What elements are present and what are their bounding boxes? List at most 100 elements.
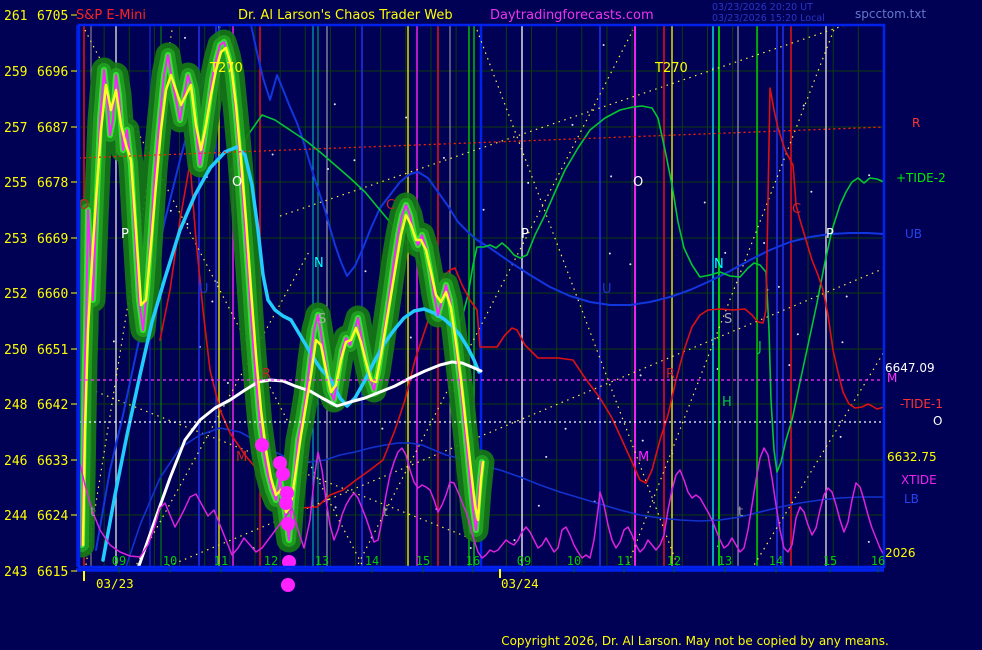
- star-dot: [470, 547, 472, 549]
- annotation-letter-P: P: [121, 227, 129, 242]
- y-axis-contract-label: 248: [4, 398, 27, 413]
- y-axis-cash-label: 6615: [37, 565, 68, 580]
- y-axis-contract-label: 244: [4, 509, 28, 524]
- chaos-dot: [281, 517, 295, 531]
- star-dot: [410, 336, 412, 338]
- star-dot: [778, 286, 780, 288]
- annotation-letter-T270: T270: [654, 61, 688, 76]
- annotation-letter-O: O: [79, 198, 89, 213]
- star-dot: [513, 539, 515, 541]
- star-dot: [186, 223, 188, 225]
- y-axis-cash-label: 6642: [37, 398, 68, 413]
- hour-label: 12: [264, 554, 278, 568]
- star-dot: [571, 124, 573, 126]
- star-dot: [841, 341, 843, 343]
- y-axis-cash-label: 6660: [37, 287, 68, 302]
- y-axis-cash-label: 6705: [37, 9, 68, 24]
- star-dot: [538, 505, 540, 507]
- annotation-letter-M: M: [236, 450, 247, 465]
- star-dot: [797, 333, 799, 335]
- hour-label: 09: [112, 554, 126, 568]
- star-dot: [640, 374, 642, 376]
- right-label-R: R: [912, 116, 920, 130]
- star-dot: [184, 37, 186, 39]
- y-axis-contract-label: 255: [4, 176, 27, 191]
- annotation-letter-U: U: [602, 282, 612, 297]
- star-dot: [868, 541, 870, 543]
- star-dot: [610, 175, 612, 177]
- hour-label: 11: [214, 554, 228, 568]
- star-dot: [840, 436, 842, 438]
- star-dot: [642, 440, 644, 442]
- annotation-letter-N: N: [714, 257, 724, 272]
- star-dot: [810, 191, 812, 193]
- star-dot: [609, 252, 611, 254]
- chaos-dot: [255, 438, 269, 452]
- y-axis-contract-label: 250: [4, 343, 27, 358]
- hour-label: 09: [517, 554, 531, 568]
- star-dot: [565, 428, 567, 430]
- star-dot: [364, 270, 366, 272]
- annotation-letter-R: R: [666, 367, 675, 382]
- annotation-letter-U: U: [199, 282, 209, 297]
- annotation-letter-S: S: [318, 312, 326, 327]
- right-label-UB: UB: [905, 227, 922, 241]
- date-label-day2: 03/24: [501, 576, 539, 591]
- page-title: Dr. Al Larson's Chaos Trader Web: [238, 8, 453, 23]
- y-axis-cash-label: 6696: [37, 65, 68, 80]
- star-dot: [227, 382, 229, 384]
- star-dot: [803, 105, 805, 107]
- star-dot: [443, 157, 445, 159]
- hour-label: 11: [617, 554, 631, 568]
- star-dot: [335, 506, 337, 508]
- star-dot: [846, 295, 848, 297]
- star-dot: [381, 428, 383, 430]
- chaos-trader-chart-page: T270T270OOPPPNNSSUUMMRRCCJHtttO261670525…: [0, 0, 982, 650]
- chaos-dot: [276, 467, 290, 481]
- hour-label: 10: [163, 554, 177, 568]
- y-axis-contract-label: 246: [4, 454, 27, 469]
- star-dot: [545, 456, 547, 458]
- right-label--TIDE-1: -TIDE-1: [900, 397, 943, 411]
- annotation-letter-R: R: [262, 367, 271, 382]
- right-label-XTIDE: XTIDE: [901, 473, 937, 487]
- star-dot: [724, 252, 726, 254]
- hour-label: 13: [315, 554, 329, 568]
- hour-label: 14: [769, 554, 783, 568]
- annotation-letter-C: C: [386, 198, 395, 213]
- y-axis-cash-label: 6678: [37, 176, 68, 191]
- price-chart: T270T270OOPPPNNSSUUMMRRCCJHtttO261670525…: [0, 0, 982, 650]
- star-dot: [868, 174, 870, 176]
- annotation-letter-J: J: [757, 340, 762, 355]
- star-dot: [527, 182, 529, 184]
- star-dot: [763, 242, 765, 244]
- symbol-label: S&P E-Mini: [76, 8, 146, 23]
- star-dot: [629, 263, 631, 265]
- timestamp-local: 03/23/2026 15:20 Local: [712, 13, 825, 24]
- copyright-notice: Copyright 2026, Dr. Al Larson. May not b…: [501, 634, 889, 648]
- right-label-2026: 2026: [885, 546, 916, 560]
- hour-label: 16: [871, 554, 885, 568]
- right-label-+TIDE-2: +TIDE-2: [896, 171, 946, 185]
- y-axis-cash-label: 6669: [37, 232, 68, 247]
- y-axis-cash-label: 6651: [37, 343, 68, 358]
- hour-label: 14: [365, 554, 379, 568]
- star-dot: [334, 103, 336, 105]
- star-dot: [211, 300, 213, 302]
- y-axis-cash-label: 6624: [37, 509, 68, 524]
- y-axis-contract-label: 259: [4, 65, 27, 80]
- y-axis-contract-label: 243: [4, 565, 27, 580]
- annotation-letter-T270: T270: [209, 61, 243, 76]
- right-label-LB: LB: [904, 492, 919, 506]
- y-axis-contract-label: 257: [4, 121, 27, 136]
- site-link[interactable]: Daytradingforecasts.com: [490, 8, 654, 23]
- annotation-letter-t: t: [90, 505, 95, 520]
- data-file-link[interactable]: spcctom.txt: [855, 7, 926, 21]
- star-dot: [704, 202, 706, 204]
- hour-label: 15: [823, 554, 837, 568]
- y-axis-contract-label: 261: [4, 9, 27, 24]
- annotation-letter-C: C: [792, 202, 801, 217]
- annotation-letter-N: N: [314, 256, 324, 271]
- hour-label: 16: [466, 554, 480, 568]
- star-dot: [353, 159, 355, 161]
